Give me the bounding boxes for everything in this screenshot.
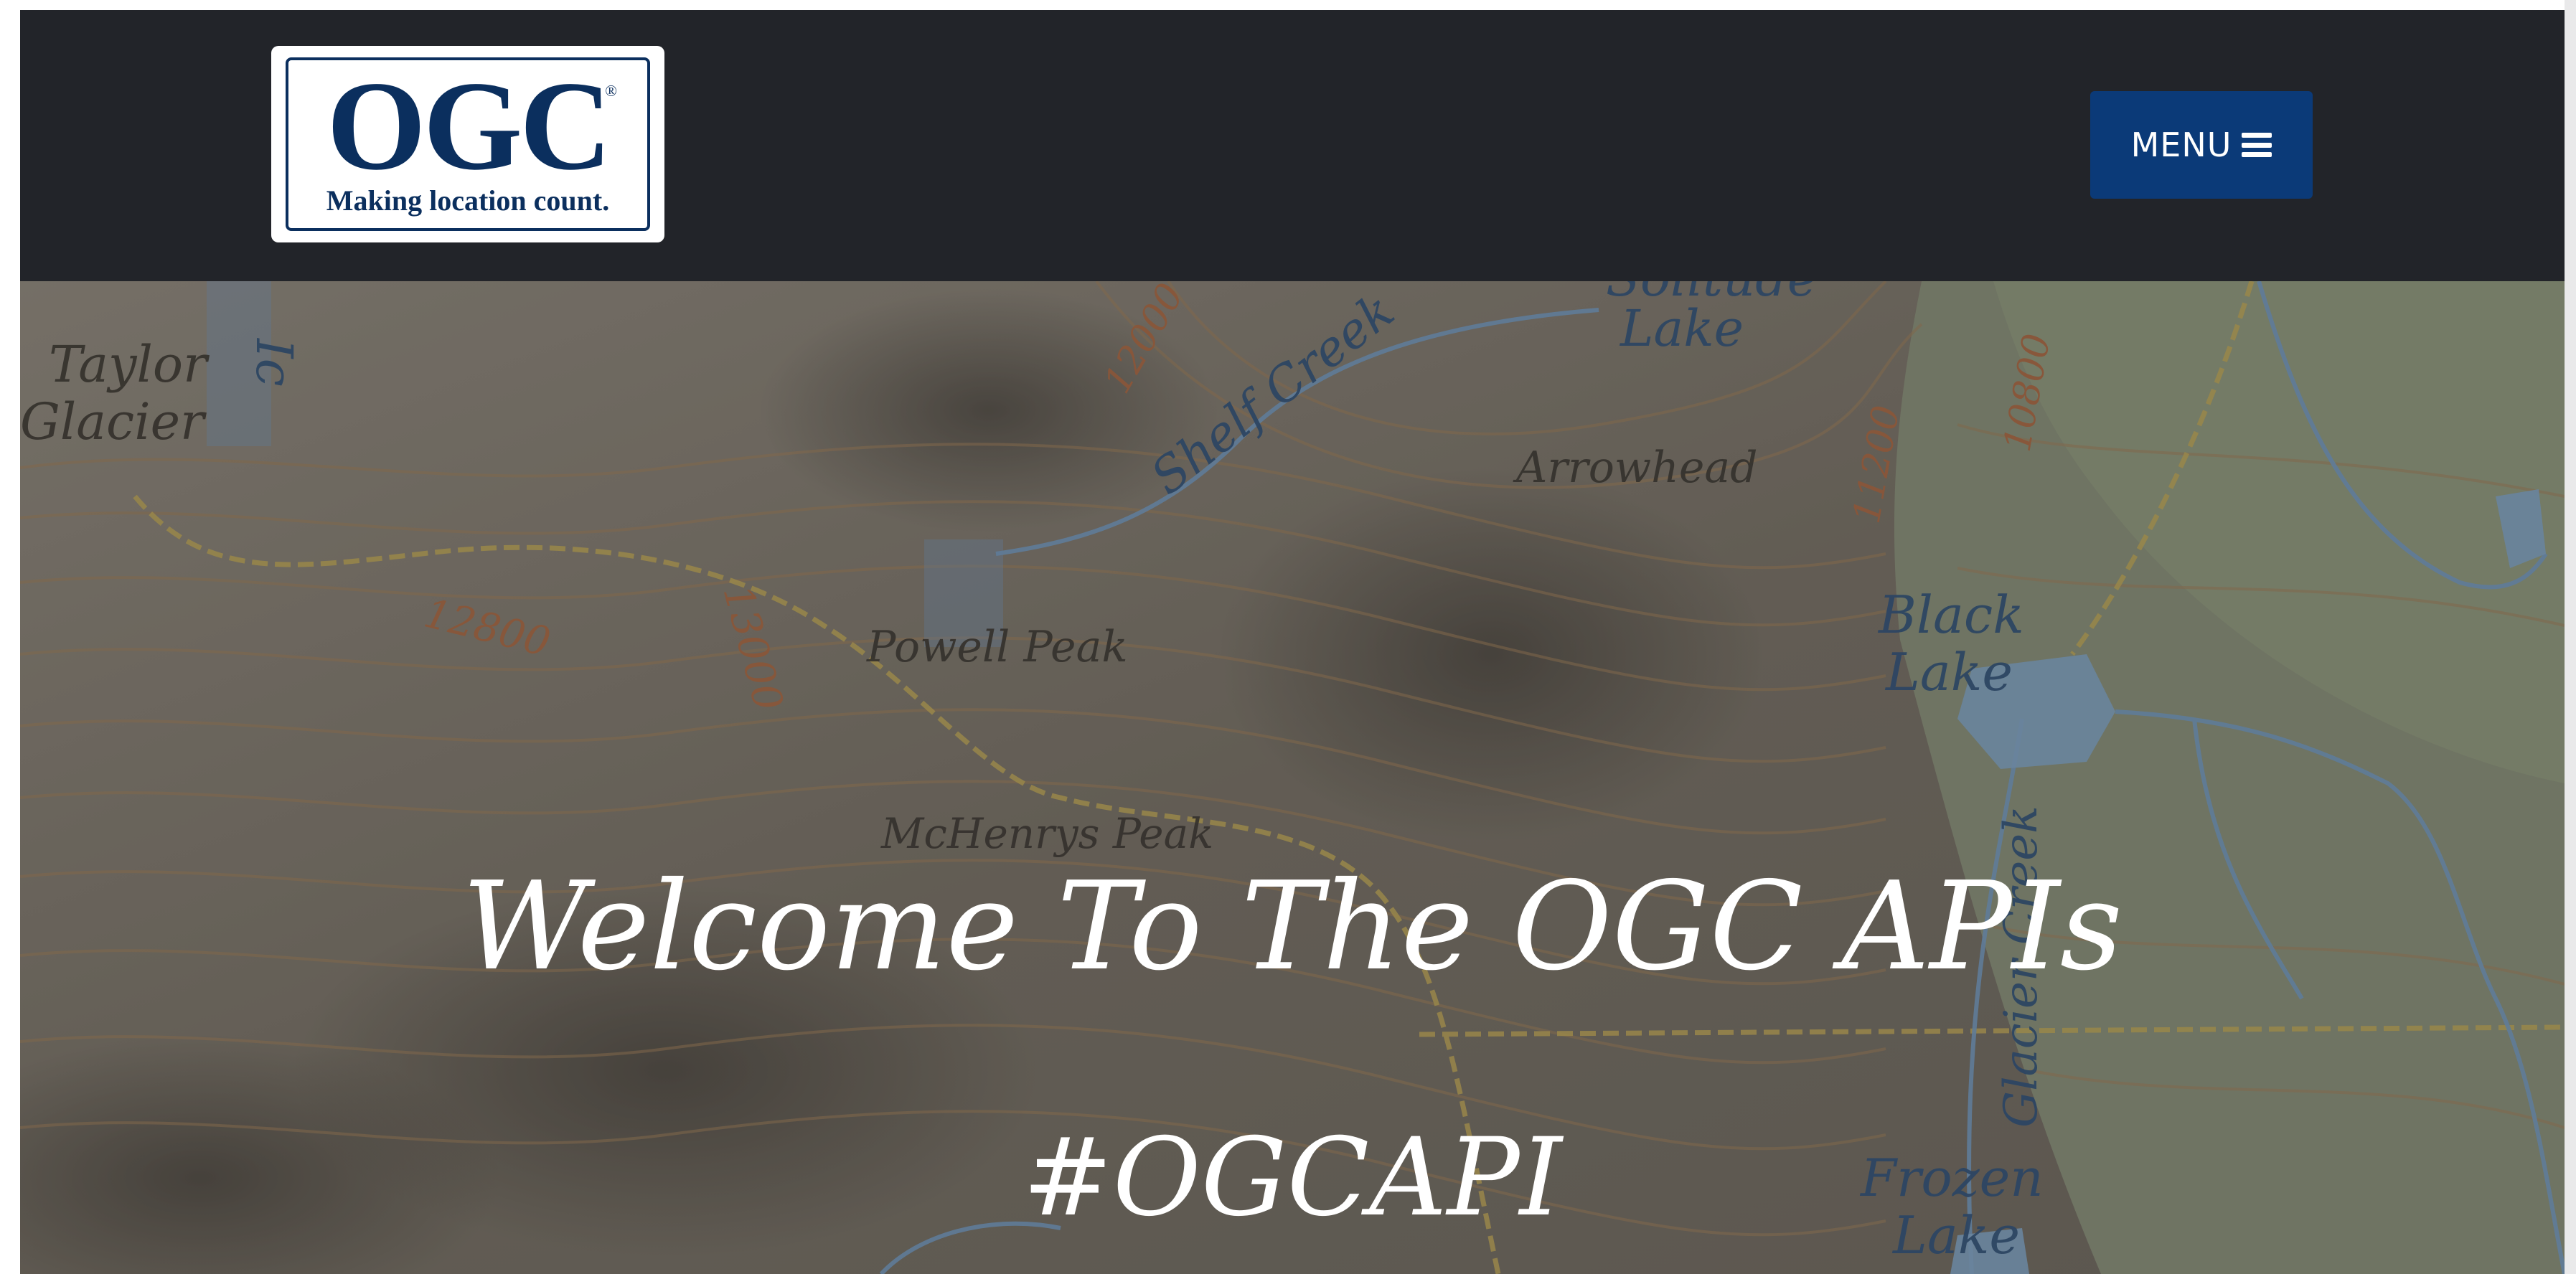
browser-viewport: OGC ® Making location count. MENU Taylor… <box>20 10 2565 1274</box>
registered-mark: ® <box>605 82 617 100</box>
ogc-logo: OGC ® Making location count. <box>286 57 650 231</box>
menu-button[interactable]: MENU <box>2090 91 2313 199</box>
page-scrollbar[interactable] <box>2565 0 2576 1274</box>
menu-label: MENU <box>2130 126 2232 164</box>
top-navbar: OGC ® Making location count. MENU <box>20 10 2565 281</box>
hero-banner: Taylor Glacier Lake Arrowhead Powell Pea… <box>20 281 2565 1274</box>
hero-hashtag: #OGCAPI <box>1023 1115 1562 1240</box>
hamburger-icon <box>2242 133 2272 157</box>
logo-tagline: Making location count. <box>326 184 610 217</box>
ogc-logo-link[interactable]: OGC ® Making location count. <box>271 46 664 242</box>
logo-mark: OGC <box>326 54 611 197</box>
hero-title: Welcome To The OGC APIs <box>461 856 2123 998</box>
